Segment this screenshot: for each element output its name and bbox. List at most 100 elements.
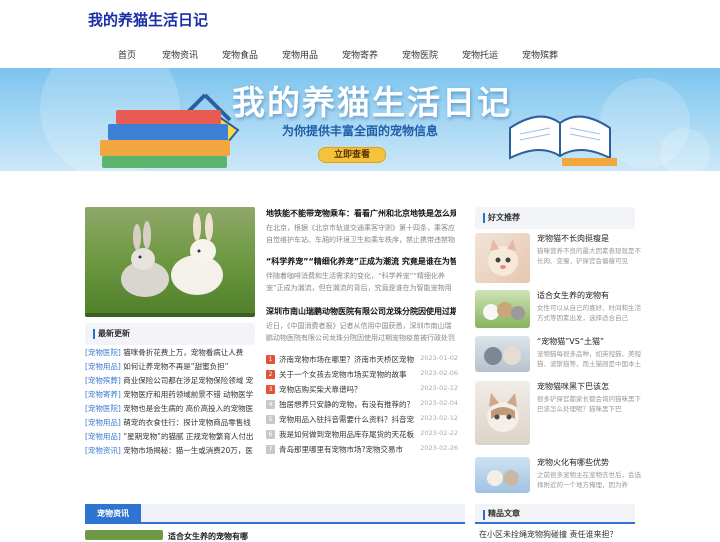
- nav-item-shipping[interactable]: 宠物托运: [462, 48, 498, 61]
- tab-pet-news[interactable]: 宠物资讯: [85, 504, 141, 524]
- list-item[interactable]: [宠物寄养] 宠物医疗和用药领域前景不错 动物医学: [85, 389, 255, 403]
- section-heading: 最新更新: [85, 323, 255, 345]
- list-item[interactable]: [宠物殡葬] 商业保险公司都在涉足宠物保险领域 宠: [85, 375, 255, 389]
- featured-article-title[interactable]: “科学养宠”“精细化养宠”正成为潮流 究竟是谁在为智能宠物用品买单: [266, 256, 456, 267]
- recommended-item-title[interactable]: 宠物猫咪黑下巴该怎: [537, 381, 643, 392]
- nav-item-news[interactable]: 宠物资讯: [162, 48, 198, 61]
- recommended-item-summary: 女性可以从自己的喜好、时间和生活方式等因素出发，选择适合自己: [537, 304, 641, 322]
- recommended-section: 好文推荐: [475, 207, 635, 229]
- item-date: 2023-02-04: [420, 399, 458, 407]
- rank-number: 3: [266, 385, 275, 394]
- nav-item-hospital[interactable]: 宠物医院: [402, 48, 438, 61]
- item-title[interactable]: 宠物市场揭秘：猫一生或消费20万，医: [123, 446, 253, 455]
- recommended-item[interactable]: 宠物猫不长肉挺瘦是 猫咪营养不良的最大因素表现就是不长肉、变瘦，铲屎官会偏瘦可见: [475, 233, 645, 285]
- view-now-button[interactable]: 立即查看: [318, 147, 386, 163]
- item-title[interactable]: “星期宠物”的猫腻 正规宠物繁育人付出: [123, 432, 253, 441]
- list-item[interactable]: [宠物资讯] 宠物市场揭秘：猫一生或消费20万，医: [85, 445, 255, 459]
- item-title[interactable]: 青岛那里哪里有宠物市场?宠物交易市: [279, 445, 403, 454]
- featured-article-title[interactable]: 地铁能不能带宠物乘车：看看广州和北京地铁是怎么规定的: [266, 208, 456, 219]
- list-item[interactable]: [宠物用品] “星期宠物”的猫腻 正规宠物繁育人付出: [85, 431, 255, 445]
- recommended-item-title[interactable]: 宠物火化有哪些优势: [537, 457, 643, 468]
- item-title[interactable]: 宠物医疗和用药领域前景不错 动物医学: [123, 390, 253, 399]
- nav-item-boarding[interactable]: 宠物寄养: [342, 48, 378, 61]
- category-tag[interactable]: [宠物用品]: [85, 362, 121, 371]
- featured-article-summary: 在北京，根据《北京市轨道交通乘客守则》第十四条，乘客应自觉维护车站、车厢的环境卫…: [266, 224, 455, 244]
- category-tag[interactable]: [宠物寄养]: [85, 390, 121, 399]
- cats-thumbnail[interactable]: [475, 336, 530, 372]
- recommended-item[interactable]: 宠物火化有哪些优势 之前很多宠物主在宠物去世后，会选择附近的一个地方掩埋，因为养: [475, 457, 645, 495]
- item-date: 2023-02-12: [420, 414, 458, 422]
- kittens-thumbnail[interactable]: [475, 290, 530, 328]
- item-date: 2023-02-06: [420, 369, 458, 377]
- item-title[interactable]: 商业保险公司都在涉足宠物保险领域 宠: [123, 376, 253, 385]
- list-item[interactable]: 1 济南宠物市场在哪里？济南市天桥区宠物 2023-01-02: [266, 354, 462, 369]
- rank-number: 5: [266, 415, 275, 424]
- list-item[interactable]: 4 独居想养只安静的宠物，有没有推荐的？ 2023-02-04: [266, 399, 462, 414]
- site-title[interactable]: 我的养猫生活日记: [88, 9, 208, 30]
- category-tag[interactable]: [宠物医院]: [85, 404, 121, 413]
- item-date: 2023-01-02: [420, 354, 458, 362]
- site-header: 我的养猫生活日记: [0, 0, 720, 36]
- item-title[interactable]: 关于一个女孩去宠物市场买宠物的故事: [279, 370, 407, 379]
- category-tag[interactable]: [宠物资讯]: [85, 446, 121, 455]
- article-thumbnail[interactable]: [85, 530, 163, 540]
- rank-number: 4: [266, 400, 275, 409]
- banner-title: 我的养猫生活日记: [232, 83, 512, 122]
- recommended-item[interactable]: “宠物猫”VS“土猫” 宠物猫每很多品种，如英短猫、美短猫、波斯猫等，而土猫则是…: [475, 336, 645, 376]
- list-item[interactable]: [宠物医院] 宠物也是会生病的 高价高投入的宠物医: [85, 403, 255, 417]
- item-date: 2023-02-26: [420, 444, 458, 452]
- list-item[interactable]: 2 关于一个女孩去宠物市场买宠物的故事 2023-02-06: [266, 369, 462, 384]
- rank-number: 1: [266, 355, 275, 364]
- recommended-item[interactable]: 适合女生养的宠物有 女性可以从自己的喜好、时间和生活方式等因素出发，选择适合自己: [475, 290, 645, 330]
- banner-decoration: [660, 128, 710, 171]
- item-title[interactable]: 独居想养只安静的宠物，有没有推荐的？: [279, 400, 414, 409]
- nav-item-supplies[interactable]: 宠物用品: [282, 48, 318, 61]
- list-item[interactable]: 7 青岛那里哪里有宠物市场?宠物交易市 2023-02-26: [266, 444, 462, 459]
- category-tag[interactable]: [宠物用品]: [85, 432, 121, 441]
- category-tag[interactable]: [宠物殡葬]: [85, 376, 121, 385]
- latest-updates-section: 最新更新: [85, 323, 255, 345]
- carousel-indicator: [85, 313, 255, 317]
- item-title[interactable]: 猫咪骨折花费上万，宠物看病让人费: [123, 348, 243, 357]
- recommended-item-summary: 之前很多宠物主在宠物去世后，会选择附近的一个地方掩埋，因为养: [537, 471, 641, 489]
- item-title[interactable]: 我是如何做到宠物用品库存尾货的天花板: [279, 430, 414, 439]
- item-title[interactable]: 宠物也是会生病的 高价高投入的宠物医: [123, 404, 253, 413]
- section-heading: 精品文章: [475, 504, 635, 524]
- featured-article-link[interactable]: 在小区未拴绳宠物狗碰撞 责任谁来担？: [479, 529, 618, 540]
- item-title[interactable]: 宠物店购买柴犬靠谱吗？: [279, 385, 362, 394]
- rank-number: 7: [266, 445, 275, 454]
- item-title[interactable]: 济南宠物市场在哪里？济南市天桥区宠物: [279, 355, 414, 364]
- article-title[interactable]: 适合女生养的宠物有哪: [168, 531, 248, 542]
- item-title[interactable]: 萌宠的衣食住行：探计宠物商品零售线: [123, 418, 251, 427]
- rank-number: 6: [266, 430, 275, 439]
- nav-item-food[interactable]: 宠物食品: [222, 48, 258, 61]
- list-item[interactable]: [宠物用品] 如何让养宠物不再是“甜蜜负担”: [85, 361, 255, 375]
- banner-subtitle: 为你提供丰富全面的宠物信息: [282, 124, 439, 138]
- featured-article-title[interactable]: 深圳市南山瑞鹏动物医院有限公司龙珠分院因使用过期宠物疫苗被行政处罚: [266, 306, 456, 317]
- list-item[interactable]: 3 宠物店购买柴犬靠谱吗？ 2023-02-12: [266, 384, 462, 399]
- list-item[interactable]: 5 宠物用品入驻抖音需要什么资料？抖音宠 2023-02-12: [266, 414, 462, 429]
- recommended-item-summary: 猫咪营养不良的最大因素表现就是不长肉、变瘦，铲屎官会偏瘦可见: [537, 247, 641, 265]
- list-item[interactable]: [宠物医院] 猫咪骨折花费上万，宠物看病让人费: [85, 347, 255, 361]
- item-title[interactable]: 宠物用品入驻抖音需要什么资料？抖音宠: [279, 415, 414, 424]
- featured-articles-section: 精品文章: [475, 504, 635, 524]
- item-title[interactable]: 如何让养宠物不再是“甜蜜负担”: [123, 362, 228, 371]
- category-tag[interactable]: [宠物用品]: [85, 418, 121, 427]
- list-item[interactable]: [宠物用品] 萌宠的衣食住行：探计宠物商品零售线: [85, 417, 255, 431]
- recommended-item-title[interactable]: “宠物猫”VS“土猫”: [537, 336, 643, 347]
- recommended-item-title[interactable]: 宠物猫不长肉挺瘦是: [537, 233, 643, 244]
- recommended-item[interactable]: 宠物猫咪黑下巴该怎 很多铲屎官都家长都会询问猫咪黑下巴该怎么处理呢？猫咪黑下巴: [475, 381, 645, 447]
- section-heading: 好文推荐: [475, 207, 635, 229]
- item-date: 2023-02-22: [420, 429, 458, 437]
- featured-image-rabbits[interactable]: [85, 207, 255, 317]
- books-illustration: [100, 110, 230, 168]
- recommended-item-title[interactable]: 适合女生养的宠物有: [537, 290, 643, 301]
- nav-item-home[interactable]: 首页: [118, 48, 136, 61]
- cat-thumbnail[interactable]: [475, 381, 530, 445]
- category-tag[interactable]: [宠物医院]: [85, 348, 121, 357]
- cat-thumbnail[interactable]: [475, 233, 530, 283]
- kitten-thumbnail[interactable]: [475, 457, 530, 493]
- recommended-item-summary: 很多铲屎官都家长都会询问猫咪黑下巴该怎么处理呢？猫咪黑下巴: [537, 395, 641, 413]
- list-item[interactable]: 6 我是如何做到宠物用品库存尾货的天花板 2023-02-22: [266, 429, 462, 444]
- nav-item-funeral[interactable]: 宠物殡葬: [522, 48, 558, 61]
